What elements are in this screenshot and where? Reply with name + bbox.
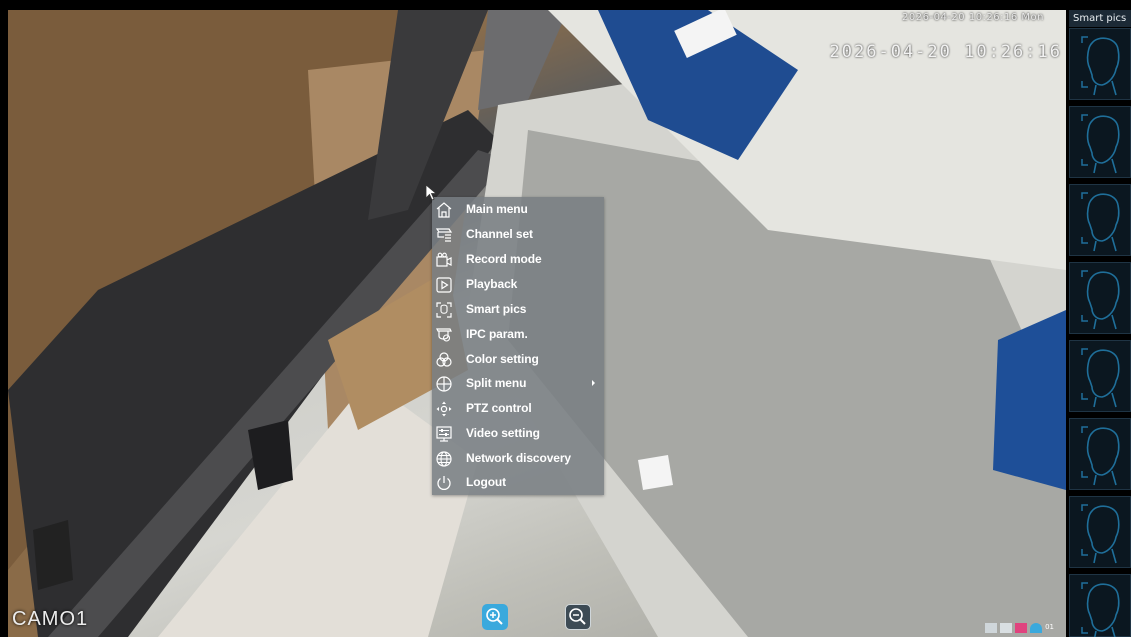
menu-item-video-setting[interactable]: Video setting [432,422,604,446]
network-status-icon [985,623,998,633]
face-outline-icon [1081,114,1120,174]
menu-item-record-mode[interactable]: Record mode [432,248,604,272]
menu-item-playback[interactable]: Playback [432,273,604,297]
face-outline-icon [1081,270,1120,330]
smart-pic-slot[interactable] [1069,418,1131,490]
menu-item-network-discovery[interactable]: Network discovery [432,447,604,471]
zoom-in-icon [486,608,503,625]
zoom-out-icon [569,608,586,625]
menu-item-main-menu[interactable]: Main menu [432,198,604,222]
mute-icon [1000,623,1013,633]
ptz-arrows-icon [436,401,452,417]
smart-pic-slot[interactable] [1069,184,1131,256]
power-icon [437,476,451,490]
camera-settings-icon [435,228,453,242]
status-icon-bar: 01 [985,621,1054,635]
home-icon [436,202,452,218]
context-menu: Main menu Channel set Record mode Playba… [432,197,604,495]
menu-item-ptz-control[interactable]: PTZ control [432,397,604,421]
menu-item-split-menu[interactable]: Split menu [432,372,604,396]
video-camera-icon [436,252,452,267]
menu-item-logout[interactable]: Logout [432,471,604,495]
split-grid-icon [436,376,452,392]
play-icon [436,277,452,293]
face-outline-icon [1081,426,1120,486]
color-circles-icon [436,352,452,367]
zoom-in-button[interactable] [482,604,508,630]
smart-pics-panel: Smart pics [1066,10,1131,637]
face-outline-icon [1081,582,1120,637]
smart-pic-slot[interactable] [1069,262,1131,334]
menu-item-ipc-param[interactable]: IPC param. [432,323,604,347]
ipc-camera-icon [436,328,452,342]
record-status-icon [1015,623,1028,633]
menu-item-channel-set[interactable]: Channel set [432,223,604,247]
smart-pic-slot[interactable] [1069,340,1131,412]
status-channel-number: 01 [1045,623,1054,631]
dvr-screen: 2026-04-20 10:26:16 Mon 2026-04-20 10:26… [0,0,1131,637]
smart-pic-slot[interactable] [1069,28,1131,100]
video-sliders-icon [436,426,452,442]
face-frame-icon [436,302,452,318]
osd-datetime-small: 2026-04-20 10:26:16 Mon [902,12,1044,23]
submenu-arrow-icon [592,380,595,386]
zoom-out-button[interactable] [565,604,591,630]
smart-pic-slot[interactable] [1069,574,1131,637]
face-outline-icon [1081,348,1120,408]
osd-datetime-large: 2026-04-20 10:26:16 [829,42,1062,62]
smart-pic-slot[interactable] [1069,106,1131,178]
menu-item-smart-pics[interactable]: Smart pics [432,298,604,322]
globe-icon [436,451,452,467]
face-outline-icon [1081,504,1120,564]
face-outline-icon [1081,36,1120,96]
camera-channel-label: CAMO1 [12,608,89,630]
smart-pic-slot[interactable] [1069,496,1131,568]
mouse-cursor-icon [425,184,437,201]
motion-status-icon [1030,623,1043,633]
face-outline-icon [1081,192,1120,252]
smart-pics-title: Smart pics [1069,10,1131,27]
menu-item-color-setting[interactable]: Color setting [432,348,604,372]
